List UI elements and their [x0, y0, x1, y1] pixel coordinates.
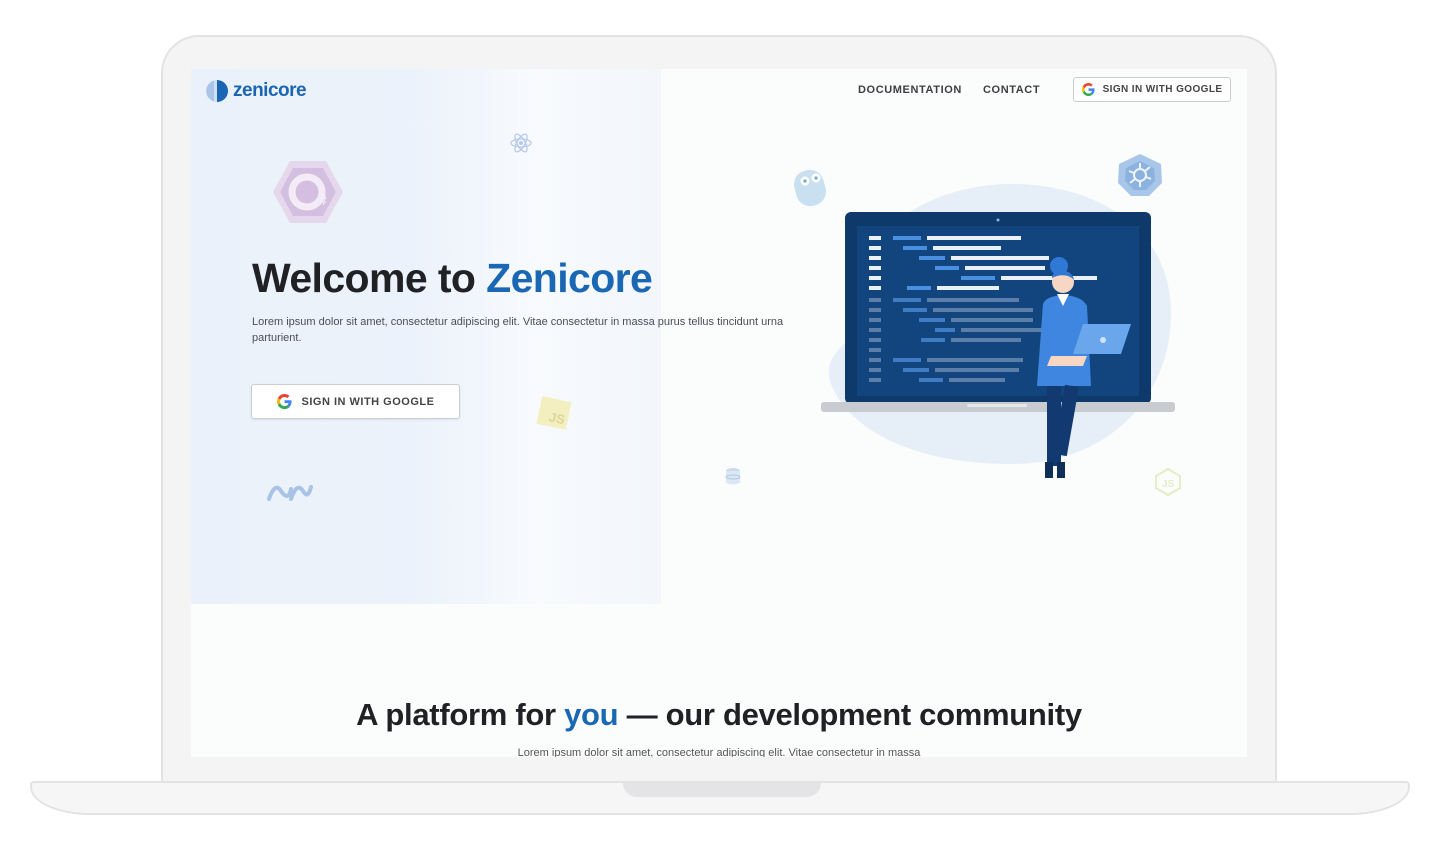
developer-illustration [821, 184, 1175, 478]
nav-signin-google-button[interactable]: SIGN IN WITH GOOGLE [1073, 77, 1231, 102]
nav-contact-link[interactable]: CONTACT [983, 84, 1040, 96]
hero-title-accent: Zenicore [486, 255, 653, 301]
nav-documentation-link[interactable]: DOCUMENTATION [858, 84, 962, 96]
hero-title-prefix: Welcome to [252, 255, 487, 301]
hero-signin-google-button[interactable]: SIGN IN WITH GOOGLE [251, 384, 460, 419]
csharp-icon: # [273, 161, 343, 223]
zenicore-logo-icon [206, 80, 228, 102]
svg-text:#: # [319, 192, 327, 208]
react-icon [510, 133, 532, 153]
brand-name: zenicore [233, 80, 307, 101]
hero-signin-label: SIGN IN WITH GOOGLE [301, 395, 435, 408]
laptop-notch [623, 783, 821, 797]
section-description: Lorem ipsum dolor sit amet, consectetur … [517, 747, 921, 757]
laptop-base [30, 781, 1410, 815]
hero-description: Lorem ipsum dolor sit amet, consectetur … [252, 316, 784, 344]
brand-logo[interactable]: zenicore [205, 79, 307, 103]
javascript-icon: JS [536, 396, 572, 430]
javascript-icon-label: JS [547, 409, 567, 428]
section-title-prefix: A platform for [356, 697, 565, 732]
section-title-accent: you [564, 697, 619, 732]
google-icon [276, 394, 292, 409]
google-icon [1081, 83, 1095, 96]
dotnet-icon [267, 485, 313, 501]
section-title-suffix: — our development community [618, 697, 1083, 732]
nav-signin-label: SIGN IN WITH GOOGLE [1102, 84, 1223, 95]
database-icon [725, 468, 741, 485]
browser-viewport: zenicore DOCUMENTATION CONTACT SIGN IN W… [191, 69, 1247, 757]
section-title: A platform for you — our development com… [191, 697, 1247, 733]
hero-title: Welcome to Zenicore [252, 255, 653, 302]
